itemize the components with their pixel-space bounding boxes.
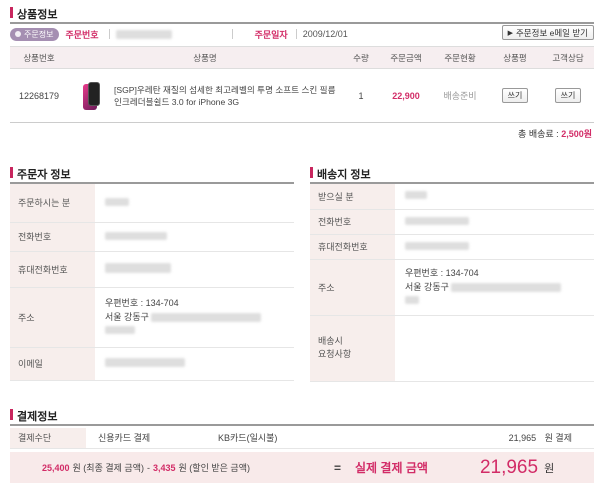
table-row: 주문하시는 분: [10, 184, 294, 223]
order-date: 2009/12/01: [302, 29, 348, 39]
order-number-redacted: [115, 29, 172, 39]
product-table: 상품번호 상품명 수량 주문금액 주문현황 상품평 고객상담 12268179 …: [10, 46, 594, 123]
payment-table: 결제수단 신용카드 결제 KB카드(일시불) 21,965 원 결제: [10, 428, 594, 449]
payment-section-title: 결제정보: [10, 408, 57, 424]
discount-amount: 3,435: [153, 462, 176, 473]
recipient-name-redacted: [405, 191, 427, 200]
orderer-email-label: 이메일: [10, 347, 95, 381]
product-name-link[interactable]: [SGP]우레탄 재질의 섬세한 최고레벨의 투명 소프트 스킨 필름 인크레더…: [114, 68, 342, 123]
product-price: 22,900: [380, 68, 432, 123]
order-date-label: 주문일자: [254, 29, 288, 40]
recipient-mobile-redacted: [405, 241, 469, 250]
shipping-label: 총 배송료 :: [518, 129, 559, 139]
orderer-phone-redacted: [105, 231, 167, 240]
paid-suffix: 원 결제: [544, 433, 572, 444]
orderer-name-label: 주문하시는 분: [10, 184, 95, 223]
orderer-name-redacted: [105, 197, 129, 206]
table-row: 받으실 분: [310, 184, 594, 210]
product-no: 12268179: [10, 68, 68, 123]
orderer-table: 주문하시는 분 전화번호 휴대전화번호 주소 우편번호 : 134-704 서울…: [10, 184, 294, 381]
recipient-address-redacted: [451, 283, 562, 293]
recipient-name-label: 받으실 분: [310, 184, 395, 210]
delivery-table: 받으실 분 전화번호 휴대전화번호 주소 우편번호 : 134-704 서울 강…: [310, 184, 594, 382]
recipient-phone-label: 전화번호: [310, 209, 395, 235]
orderer-section-title: 주문자 정보: [10, 166, 71, 182]
order-summary-row: 주문정보 주문번호 주문일자 2009/12/01 ▶ 주문정보 e메일 받기: [10, 25, 594, 43]
final-amount: 25,400: [42, 462, 70, 473]
col-product-name: 상품명: [68, 46, 342, 69]
recipient-mobile-label: 휴대전화번호: [310, 234, 395, 260]
delivery-request-value: [395, 315, 594, 382]
col-consult: 고객상담: [542, 46, 594, 69]
recipient-address-label: 주소: [310, 259, 395, 316]
col-price: 주문금액: [380, 46, 432, 69]
delivery-request-label: 배송시 요청사항: [310, 315, 395, 382]
arrow-right-icon: ▶: [507, 29, 513, 37]
col-review: 상품평: [488, 46, 542, 69]
col-status: 주문현황: [432, 46, 488, 69]
email-order-info-button[interactable]: ▶ 주문정보 e메일 받기: [501, 25, 594, 40]
table-row: 결제수단 신용카드 결제 KB카드(일시불) 21,965 원 결제: [10, 428, 594, 449]
payment-method-value: 신용카드 결제: [86, 428, 208, 449]
orderer-mobile-redacted: [105, 263, 171, 273]
product-section-title: 상품정보: [10, 6, 57, 22]
product-qty: 1: [342, 68, 380, 123]
table-row: 이메일: [10, 347, 294, 381]
orderer-address: 서울 강동구: [105, 312, 149, 322]
col-qty: 수량: [342, 46, 380, 69]
col-product-no: 상품번호: [10, 46, 68, 69]
table-row: 주소 우편번호 : 134-704 서울 강동구: [310, 259, 594, 316]
orderer-email-redacted: [105, 358, 185, 367]
email-button-label: 주문정보 e메일 받기: [515, 27, 588, 38]
equals-sign: =: [334, 460, 342, 475]
delivery-section-title: 배송지 정보: [310, 166, 371, 182]
table-row: 휴대전화번호: [310, 234, 594, 260]
table-row: 전화번호: [310, 209, 594, 235]
recipient-zip: 우편번호 : 134-704: [405, 268, 479, 278]
minus-sign: -: [147, 462, 150, 473]
actual-payment-label: 실제 결제 금액: [355, 461, 428, 475]
won-unit: 원: [544, 462, 555, 475]
shipping-total: 총 배송료 : 2,500원: [518, 127, 592, 140]
order-info-badge: 주문정보: [10, 27, 60, 41]
discount-label: 원 (할인 받은 금액): [178, 463, 250, 473]
recipient-address: 서울 강동구: [405, 282, 449, 292]
table-row: 배송시 요청사항: [310, 315, 594, 382]
recipient-phone-redacted: [405, 216, 469, 225]
order-number-label: 주문번호: [65, 29, 99, 40]
orderer-phone-label: 전화번호: [10, 222, 95, 252]
table-row: 전화번호: [10, 222, 294, 252]
review-write-button[interactable]: 쓰기: [501, 88, 529, 103]
payment-method-label: 결제수단: [10, 428, 86, 449]
orderer-address-label: 주소: [10, 287, 95, 348]
table-row: 12268179 [SGP]우레탄 재질의 섬세한 최고레벨의 투명 소프트 스…: [10, 68, 594, 123]
shipping-value: 2,500원: [561, 129, 592, 139]
payment-summary-bar: 25,400 원 (최종 결제 금액) - 3,435 원 (할인 받은 금액)…: [10, 452, 594, 483]
consult-write-button[interactable]: 쓰기: [554, 88, 582, 103]
orderer-mobile-label: 휴대전화번호: [10, 251, 95, 288]
table-row: 휴대전화번호: [10, 251, 294, 288]
divider: [10, 424, 594, 426]
payment-card-value: KB카드(일시불): [208, 428, 430, 449]
paid-amount: 21,965: [508, 433, 537, 444]
orderer-address-redacted: [151, 313, 262, 323]
product-thumbnail[interactable]: [80, 81, 102, 111]
final-amount-label: 원 (최종 결제 금액): [72, 463, 144, 473]
orderer-zip: 우편번호 : 134-704: [105, 298, 179, 308]
table-row: 주소 우편번호 : 134-704 서울 강동구: [10, 287, 294, 348]
actual-payment-amount: 21,965: [479, 456, 539, 478]
order-status: 배송준비: [432, 68, 488, 123]
table-header-row: 상품번호 상품명 수량 주문금액 주문현황 상품평 고객상담: [10, 46, 594, 69]
divider: [10, 22, 594, 24]
